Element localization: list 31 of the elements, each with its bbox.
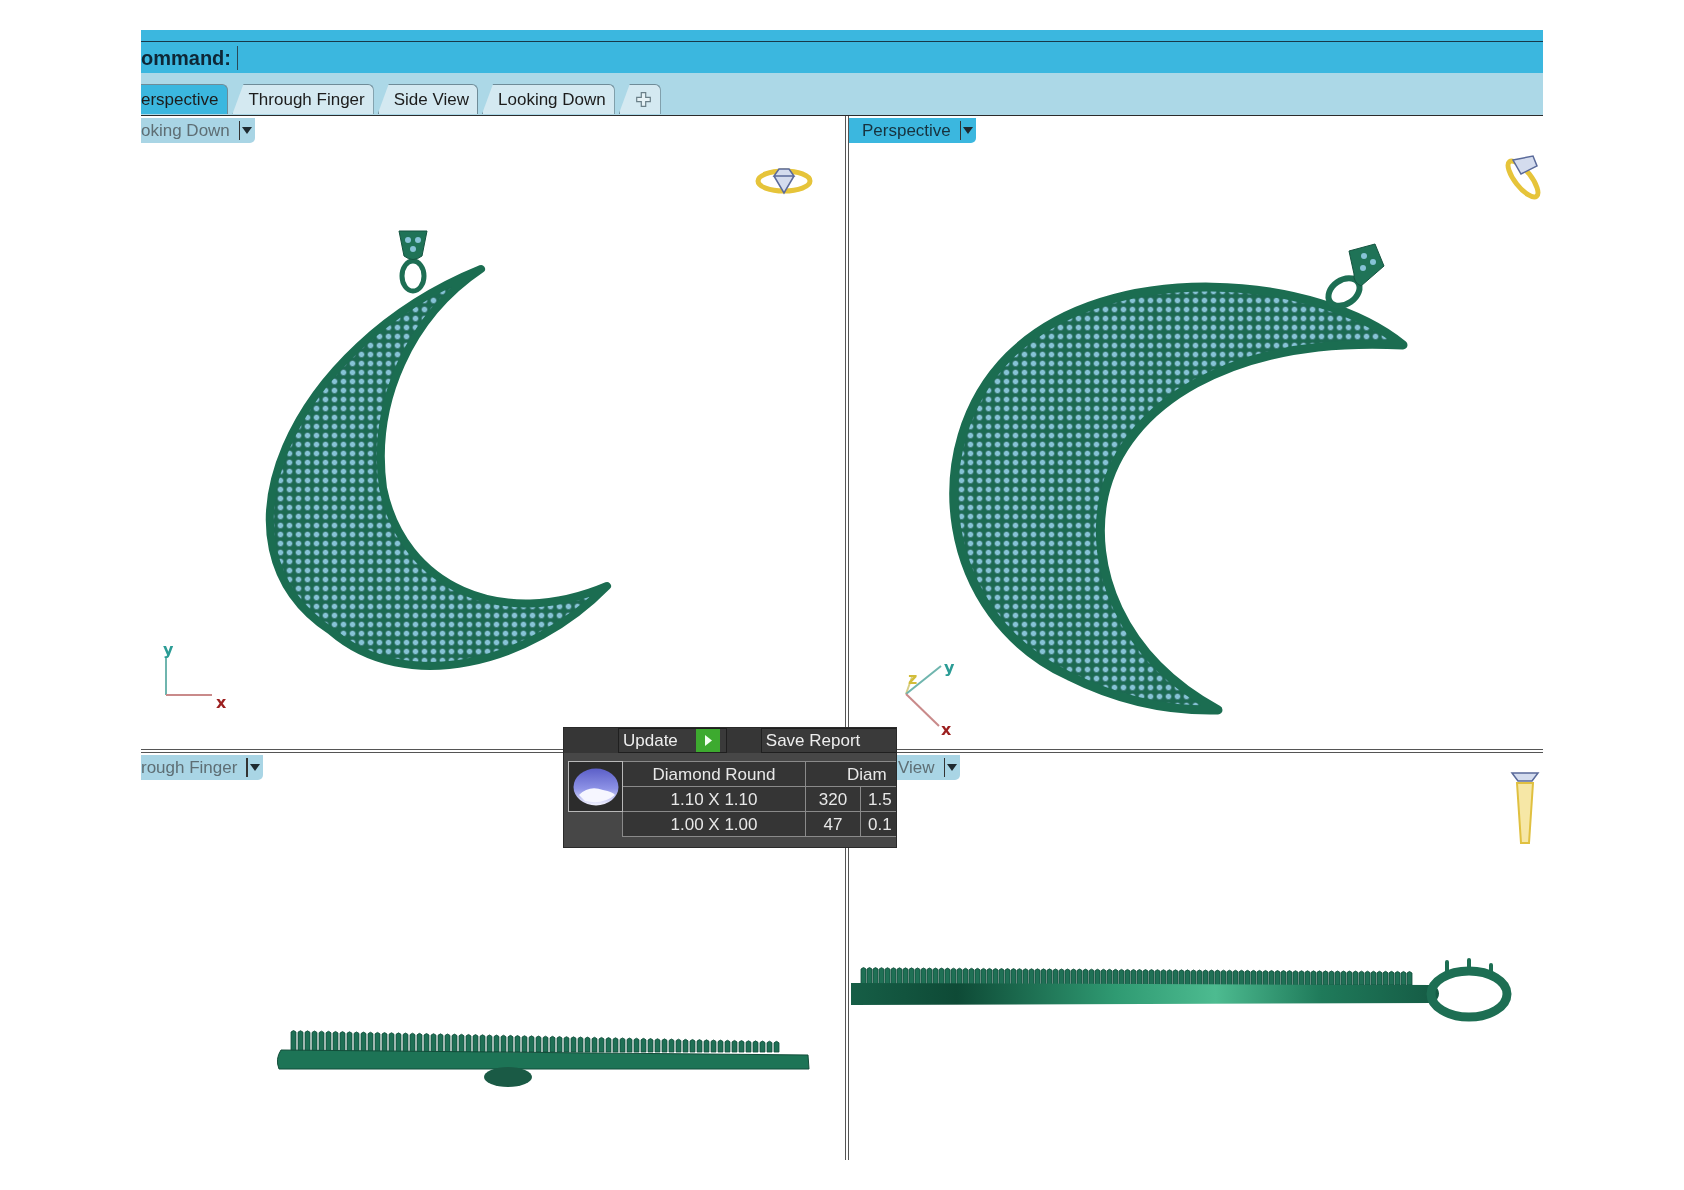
axis-label: x (941, 720, 952, 739)
axis-label: z (908, 669, 918, 688)
play-icon (695, 729, 720, 752)
caret-icon (963, 127, 974, 134)
command-label: ommand: (141, 47, 232, 68)
axis-label: y (944, 658, 955, 677)
gem-icon (572, 767, 619, 806)
ring-icon (1505, 155, 1541, 200)
axis-label: y (163, 640, 174, 659)
axis-icon (905, 665, 942, 727)
column-header: Diam (805, 761, 896, 787)
update-button[interactable]: Update (618, 728, 727, 753)
viewport-menu[interactable]: Perspective (849, 118, 977, 143)
table-cell: 1.00 X 1.00 (622, 811, 806, 837)
add-tab-button[interactable] (618, 84, 661, 114)
view-tab[interactable]: Through Finger (232, 84, 374, 114)
plus-icon (636, 92, 652, 107)
ring-icon (1510, 772, 1540, 844)
view-tab[interactable]: Looking Down (482, 84, 615, 114)
save-report-button[interactable]: Save Report (760, 728, 896, 753)
viewport-menu[interactable]: rough Finger (141, 755, 263, 780)
column-header: Diamond Round (622, 761, 806, 787)
caret-icon (249, 764, 260, 771)
axis-label: x (216, 693, 227, 712)
ring-icon (755, 168, 813, 195)
caret-icon (242, 127, 253, 134)
view-tab[interactable]: Side View (377, 84, 478, 114)
table-cell: 1.10 X 1.10 (622, 786, 806, 812)
view-tab[interactable]: erspective (141, 84, 229, 114)
axis-icon (165, 656, 213, 696)
caret-icon (947, 764, 958, 771)
